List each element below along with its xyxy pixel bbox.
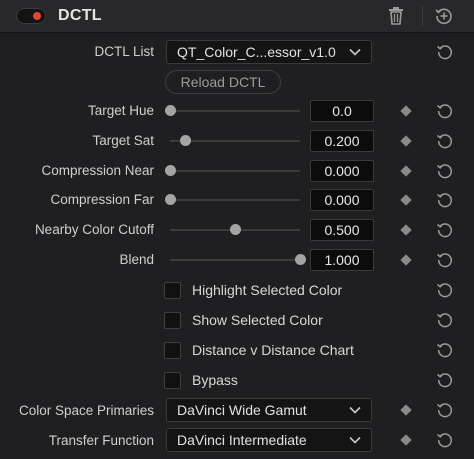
slider-handle[interactable]	[164, 105, 176, 116]
panel-title: DCTL	[58, 7, 102, 24]
reset-icon[interactable]	[436, 102, 454, 120]
compression-far-label: Compression Far	[50, 192, 154, 207]
compression-near-slider[interactable]	[164, 164, 304, 178]
chevron-down-icon	[349, 48, 361, 56]
slider-track	[170, 170, 300, 172]
bypass-label: Bypass	[192, 372, 238, 388]
keyframe-diamond-icon[interactable]	[400, 404, 412, 416]
keyframe-diamond-icon[interactable]	[400, 105, 412, 117]
compression-far-slider[interactable]	[164, 193, 304, 207]
slider-track	[170, 110, 300, 112]
color-space-primaries-value: DaVinci Wide Gamut	[177, 402, 307, 418]
slider-track	[170, 259, 300, 261]
slider-track	[170, 199, 300, 201]
slider-handle[interactable]	[294, 254, 306, 265]
color-space-primaries-label: Color Space Primaries	[18, 403, 154, 418]
blend-slider[interactable]	[166, 253, 306, 267]
reset-icon[interactable]	[436, 281, 454, 299]
target-hue-label: Target Hue	[87, 103, 154, 118]
dctl-panel: DCTL DCTL List QT_Color_C...essor_v1.0 R…	[0, 0, 474, 459]
compression-far-value-field[interactable]: 0.000	[310, 189, 374, 211]
slider-handle[interactable]	[229, 224, 241, 235]
reset-icon[interactable]	[436, 191, 454, 209]
chevron-down-icon	[349, 406, 361, 414]
toggle-indicator	[33, 12, 41, 20]
target-sat-value-field[interactable]: 0.200	[310, 130, 374, 152]
bypass-checkbox[interactable]	[164, 372, 181, 389]
enable-toggle[interactable]	[16, 8, 46, 24]
blend-label: Blend	[119, 252, 154, 267]
keyframe-diamond-icon[interactable]	[400, 224, 412, 236]
reset-icon[interactable]	[436, 251, 454, 269]
compression-near-value-field[interactable]: 0.000	[310, 160, 374, 182]
panel-header: DCTL	[0, 0, 474, 33]
reset-icon[interactable]	[436, 431, 454, 449]
nearby-color-cutoff-slider[interactable]	[166, 223, 304, 237]
reset-icon[interactable]	[436, 401, 454, 419]
nearby-color-cutoff-value-field[interactable]: 0.500	[310, 219, 374, 241]
dctl-list-value: QT_Color_C...essor_v1.0	[177, 44, 336, 60]
transfer-function-label: Transfer Function	[48, 433, 154, 448]
nearby-color-cutoff-label: Nearby Color Cutoff	[34, 222, 154, 237]
highlight-selected-color-checkbox[interactable]	[164, 282, 181, 299]
dctl-list-label: DCTL List	[94, 44, 154, 59]
keyframe-diamond-icon[interactable]	[400, 135, 412, 147]
show-selected-color-label: Show Selected Color	[192, 312, 323, 328]
reset-icon[interactable]	[436, 341, 454, 359]
trash-icon[interactable]	[388, 6, 404, 26]
distance-v-distance-chart-checkbox[interactable]	[164, 342, 181, 359]
reset-icon[interactable]	[436, 43, 454, 61]
keyframe-diamond-icon[interactable]	[400, 194, 412, 206]
reset-icon[interactable]	[436, 311, 454, 329]
reset-icon[interactable]	[436, 132, 454, 150]
keyframe-diamond-icon[interactable]	[400, 434, 412, 446]
slider-handle[interactable]	[180, 135, 192, 146]
highlight-selected-color-label: Highlight Selected Color	[192, 282, 343, 298]
distance-v-distance-chart-label: Distance v Distance Chart	[192, 342, 354, 358]
slider-handle[interactable]	[164, 165, 176, 176]
chevron-down-icon	[349, 436, 361, 444]
transfer-function-value: DaVinci Intermediate	[177, 432, 307, 448]
color-space-primaries-dropdown[interactable]: DaVinci Wide Gamut	[166, 398, 372, 422]
target-hue-slider[interactable]	[164, 104, 304, 118]
target-hue-value-field[interactable]: 0.0	[310, 100, 374, 122]
transfer-function-dropdown[interactable]: DaVinci Intermediate	[166, 428, 372, 452]
reload-dctl-button[interactable]: Reload DCTL	[165, 70, 281, 94]
compression-near-label: Compression Near	[41, 163, 154, 178]
add-keyframe-icon[interactable]	[434, 6, 454, 26]
reset-icon[interactable]	[436, 162, 454, 180]
keyframe-diamond-icon[interactable]	[400, 254, 412, 266]
reset-icon[interactable]	[436, 371, 454, 389]
blend-value-field[interactable]: 1.000	[310, 249, 374, 271]
header-divider	[422, 6, 423, 26]
reset-icon[interactable]	[436, 221, 454, 239]
target-sat-label: Target Sat	[92, 133, 154, 148]
dctl-list-dropdown[interactable]: QT_Color_C...essor_v1.0	[166, 40, 372, 64]
show-selected-color-checkbox[interactable]	[164, 312, 181, 329]
slider-handle[interactable]	[164, 194, 176, 205]
keyframe-diamond-icon[interactable]	[400, 165, 412, 177]
target-sat-slider[interactable]	[166, 134, 304, 148]
